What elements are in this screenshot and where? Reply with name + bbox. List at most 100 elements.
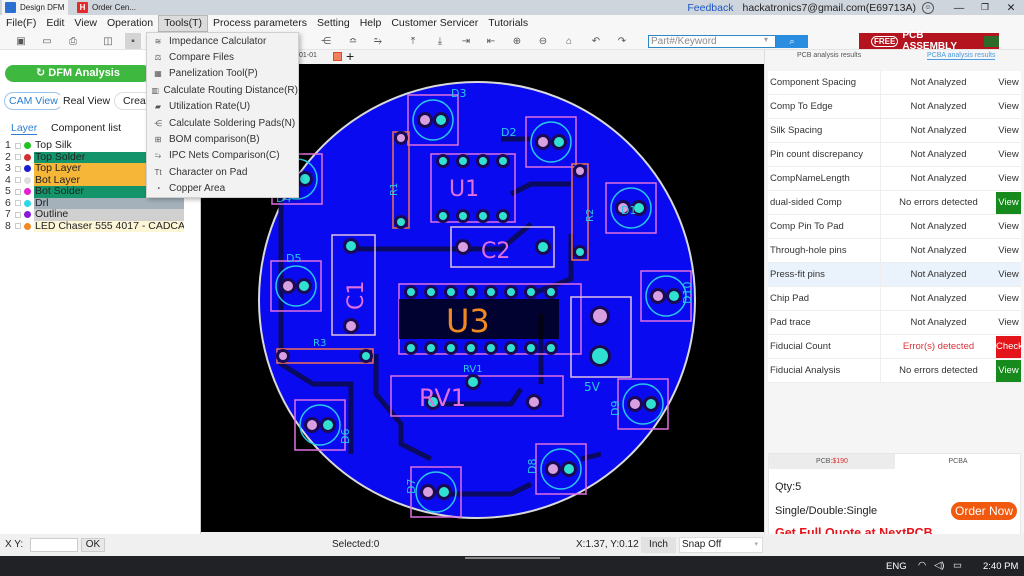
menu-tools[interactable]: Tools(T) xyxy=(158,15,209,32)
menu-view[interactable]: View xyxy=(69,15,102,32)
layer-checkbox[interactable] xyxy=(15,165,21,172)
close-button[interactable]: ✕ xyxy=(998,2,1024,14)
view-button[interactable]: View xyxy=(996,216,1021,238)
check-status: No errors detected xyxy=(880,358,996,383)
layer-row[interactable]: 6 Drl xyxy=(5,197,198,209)
tools-menu-item[interactable]: ◔ Copper Area xyxy=(147,181,298,197)
view-button[interactable]: View xyxy=(996,240,1021,262)
search-dropdown-icon[interactable]: ▾ xyxy=(764,35,768,44)
user-icon[interactable]: ☺ xyxy=(922,1,934,14)
menu-file[interactable]: File(F) xyxy=(0,15,41,32)
layer-row[interactable]: 7 Outline xyxy=(5,208,198,221)
menu-bar: File(F) Edit View Operation Tools(T) Pro… xyxy=(0,15,1024,32)
battery-icon[interactable]: ▭ xyxy=(953,560,962,571)
tab-pcb-quote[interactable]: PCB:$190 xyxy=(769,454,895,469)
volume-icon[interactable]: ◁) xyxy=(934,560,944,571)
layer-checkbox[interactable] xyxy=(15,142,21,149)
menu-process-parameters[interactable]: Process parameters xyxy=(208,15,312,32)
layer-checkbox[interactable] xyxy=(15,188,21,195)
add-tab-icon[interactable]: + xyxy=(346,48,354,64)
view-button[interactable]: View xyxy=(996,120,1021,142)
utilization-icon: ▰ xyxy=(154,102,162,112)
clock[interactable]: 2:40 PM xyxy=(983,561,1018,572)
real-view-button[interactable]: Real View xyxy=(58,92,116,110)
layer-row[interactable]: 8 LED Chaser 555 4017 - CADCAM T xyxy=(5,220,198,232)
layers-icon[interactable]: ≏ xyxy=(345,33,361,49)
window-icon[interactable]: ◫ xyxy=(100,33,116,49)
view-button[interactable]: View xyxy=(996,168,1021,190)
layer-checkbox[interactable] xyxy=(15,223,21,230)
menu-operation[interactable]: Operation xyxy=(102,15,158,32)
search-button[interactable]: ⌕ xyxy=(776,35,808,48)
view-button[interactable]: View xyxy=(996,72,1021,94)
view-button[interactable]: View xyxy=(996,288,1021,310)
print-icon[interactable]: ⎙ xyxy=(65,33,81,49)
pad xyxy=(547,288,555,296)
menu-edit[interactable]: Edit xyxy=(41,15,69,32)
layer-name: Drl xyxy=(34,197,184,209)
undo-icon[interactable]: ↶ xyxy=(588,33,604,49)
language-indicator[interactable]: ENG xyxy=(886,561,907,572)
tools-menu-item[interactable]: ⊞ BOM comparison(B) xyxy=(147,131,298,147)
minimize-button[interactable]: — xyxy=(946,2,972,14)
window-tab-design-dfm[interactable]: Design DFM xyxy=(2,0,68,15)
tools-menu-item[interactable]: Tt Character on Pad xyxy=(147,164,298,180)
file-tab[interactable]: 01-01 xyxy=(299,52,317,59)
window-tab-order-center[interactable]: H Order Cen... xyxy=(74,0,144,15)
tab-layer[interactable]: Layer xyxy=(11,122,38,135)
tools-menu-item[interactable]: ⚖ Compare Files xyxy=(147,49,298,65)
open-folder-icon[interactable]: ▭ xyxy=(39,33,55,49)
menu-help[interactable]: Help xyxy=(355,15,387,32)
zoom-in-icon[interactable]: ⊕ xyxy=(509,33,525,49)
cam-view-button[interactable]: CAM View xyxy=(4,92,63,110)
menu-tutorials[interactable]: Tutorials xyxy=(483,15,533,32)
view-button[interactable]: View xyxy=(996,359,1021,382)
download-icon[interactable]: ⤓ xyxy=(432,33,448,49)
align-left-icon[interactable]: ⇥ xyxy=(458,33,474,49)
view-button[interactable]: View xyxy=(996,312,1021,334)
part-search-input[interactable]: Part#/Keyword xyxy=(648,35,776,48)
tab-pcba-analysis[interactable]: PCBA analysis results xyxy=(927,52,996,60)
save-icon[interactable]: ▣ xyxy=(13,33,29,49)
upload-icon[interactable]: ⤒ xyxy=(405,33,421,49)
home-icon[interactable]: ⌂ xyxy=(561,33,577,49)
layer-checkbox[interactable] xyxy=(15,211,21,218)
dfm-analysis-button[interactable]: ↻ DFM Analysis xyxy=(5,65,151,82)
pcb-assembly-banner[interactable]: FREE PCB ASSEMBLY xyxy=(859,30,999,52)
tab-pcb-analysis[interactable]: PCB analysis results xyxy=(797,52,861,59)
menu-customer-servicer[interactable]: Customer Servicer xyxy=(386,15,483,32)
view-button[interactable]: View xyxy=(996,96,1021,118)
layer-checkbox[interactable] xyxy=(15,154,21,161)
view-button[interactable]: View xyxy=(996,264,1021,286)
snap-select[interactable]: Snap Off ▾ xyxy=(679,537,763,553)
network-icon[interactable]: ⋲ xyxy=(318,33,334,49)
order-now-button[interactable]: Order Now xyxy=(951,502,1017,520)
pad xyxy=(407,344,415,352)
view-button[interactable]: View xyxy=(996,191,1021,214)
redo-icon[interactable]: ↷ xyxy=(614,33,630,49)
restore-button[interactable]: ❐ xyxy=(972,2,998,13)
ok-button[interactable]: OK xyxy=(81,538,105,552)
layer-checkbox[interactable] xyxy=(15,200,21,207)
tools-menu-item[interactable]: ⋲ Calculate Soldering Pads(N) xyxy=(147,115,298,131)
tools-menu-item[interactable]: ▥ Calculate Routing Distance(R) xyxy=(147,82,298,98)
tab-component-list[interactable]: Component list xyxy=(51,122,121,134)
tab-pcba-quote[interactable]: PCBA xyxy=(895,454,1021,469)
close-file-icon[interactable] xyxy=(333,52,342,61)
tools-menu-item[interactable]: ≋ Impedance Calculator xyxy=(147,33,298,49)
layer-checkbox[interactable] xyxy=(15,177,21,184)
align-right-icon[interactable]: ⇤ xyxy=(483,33,499,49)
menu-setting[interactable]: Setting xyxy=(312,15,355,32)
wifi-icon[interactable]: ◠ xyxy=(918,560,926,571)
tools-menu-item[interactable]: ⥲ IPC Nets Comparison(C) xyxy=(147,148,298,164)
feedback-link[interactable]: Feedback xyxy=(687,2,733,14)
select-icon[interactable]: ▪ xyxy=(125,33,141,49)
zoom-out-icon[interactable]: ⊖ xyxy=(535,33,551,49)
view-button[interactable]: View xyxy=(996,144,1021,166)
tools-menu-item[interactable]: ▦ Panelization Tool(P) xyxy=(147,66,298,82)
xy-input[interactable] xyxy=(30,538,78,552)
check-button[interactable]: Check xyxy=(996,335,1021,358)
tools-menu-item[interactable]: ▰ Utilization Rate(U) xyxy=(147,99,298,115)
unit-button[interactable]: Inch xyxy=(641,537,676,553)
route-icon[interactable]: ⥲ xyxy=(370,33,386,49)
